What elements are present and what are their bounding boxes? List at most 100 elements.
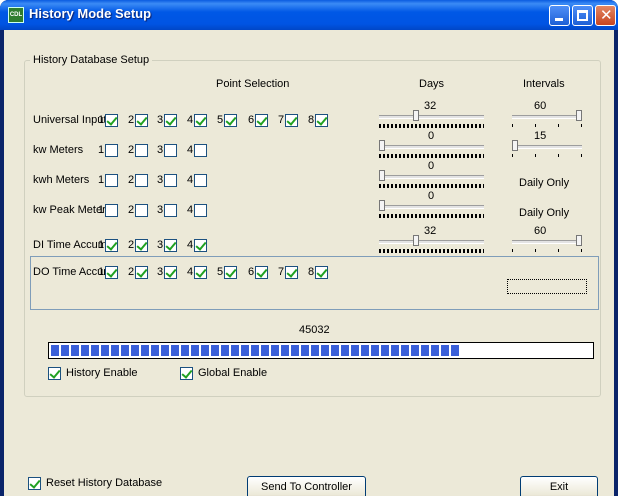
- days-slider-thumb[interactable]: [379, 170, 385, 181]
- app-window: CDL History Mode Setup ✕ History Databas…: [0, 0, 618, 496]
- progress-value: 45032: [299, 324, 330, 336]
- interval-slider-thumb[interactable]: [512, 140, 518, 151]
- minimize-icon: [555, 18, 563, 21]
- minimize-button[interactable]: [549, 5, 570, 26]
- point-checkbox[interactable]: [285, 114, 298, 127]
- point-number: 3: [157, 144, 164, 156]
- point-checkbox[interactable]: [105, 239, 118, 252]
- days-header: Days: [419, 78, 445, 90]
- days-slider-track: [379, 115, 484, 119]
- row-label: kw Meters: [33, 144, 84, 156]
- point-checkbox[interactable]: [164, 266, 177, 279]
- progress-segment: [111, 345, 119, 356]
- send-to-controller-button[interactable]: Send To Controller: [247, 476, 366, 496]
- progress-segment: [381, 345, 389, 356]
- point-checkbox[interactable]: [285, 266, 298, 279]
- reset-history-checkbox[interactable]: [28, 477, 41, 490]
- point-checkbox[interactable]: [135, 266, 148, 279]
- progress-segment: [231, 345, 239, 356]
- interval-slider-tick: [535, 154, 536, 157]
- days-slider-thumb[interactable]: [413, 235, 419, 246]
- point-number: 2: [128, 144, 135, 156]
- point-number: 2: [128, 204, 135, 216]
- point-checkbox[interactable]: [135, 174, 148, 187]
- point-number: 4: [187, 174, 194, 186]
- point-number: 8: [308, 266, 315, 278]
- point-number: 4: [187, 114, 194, 126]
- interval-slider-track: [512, 145, 582, 149]
- point-checkbox[interactable]: [255, 266, 268, 279]
- point-checkbox[interactable]: [194, 144, 207, 157]
- global-enable-label: Global Enable: [198, 367, 268, 379]
- days-slider-thumb[interactable]: [413, 110, 419, 121]
- interval-slider-tick: [558, 124, 559, 127]
- interval-slider-tick: [512, 154, 513, 157]
- interval-value: 15: [534, 130, 547, 142]
- point-number: 2: [128, 239, 135, 251]
- interval-slider-tick: [535, 249, 536, 252]
- point-checkbox[interactable]: [164, 174, 177, 187]
- point-checkbox[interactable]: [105, 266, 118, 279]
- point-checkbox[interactable]: [315, 266, 328, 279]
- interval-slider-tick: [581, 249, 582, 252]
- interval-daily-only: Daily Only: [519, 207, 570, 219]
- progress-segment: [101, 345, 109, 356]
- point-checkbox[interactable]: [255, 114, 268, 127]
- interval-slider-tick: [512, 124, 513, 127]
- point-number: 1: [98, 174, 105, 186]
- point-checkbox[interactable]: [194, 239, 207, 252]
- point-checkbox[interactable]: [194, 174, 207, 187]
- point-number: 4: [187, 144, 194, 156]
- maximize-button[interactable]: [572, 5, 593, 26]
- days-slider-thumb[interactable]: [379, 200, 385, 211]
- point-checkbox[interactable]: [135, 239, 148, 252]
- interval-slider-thumb[interactable]: [576, 110, 582, 121]
- point-number: 8: [308, 114, 315, 126]
- progress-segment: [151, 345, 159, 356]
- point-checkbox[interactable]: [135, 144, 148, 157]
- interval-daily-only: Daily Only: [519, 177, 570, 189]
- point-checkbox[interactable]: [224, 266, 237, 279]
- progress-segment: [331, 345, 339, 356]
- point-number: 3: [157, 239, 164, 251]
- point-checkbox[interactable]: [194, 266, 207, 279]
- point-number: 1: [98, 239, 105, 251]
- point-checkbox[interactable]: [105, 204, 118, 217]
- point-number: 7: [278, 266, 285, 278]
- group-title: History Database Setup: [30, 54, 153, 66]
- point-checkbox[interactable]: [164, 114, 177, 127]
- point-checkbox[interactable]: [224, 114, 237, 127]
- progress-segment: [321, 345, 329, 356]
- point-number: 5: [217, 266, 224, 278]
- point-checkbox[interactable]: [105, 144, 118, 157]
- interval-slider-thumb[interactable]: [576, 235, 582, 246]
- progress-segment: [171, 345, 179, 356]
- progress-segment: [241, 345, 249, 356]
- exit-button[interactable]: Exit: [520, 476, 598, 496]
- progress-segment: [201, 345, 209, 356]
- days-slider-thumb[interactable]: [379, 140, 385, 151]
- point-checkbox[interactable]: [194, 114, 207, 127]
- point-checkbox[interactable]: [164, 204, 177, 217]
- point-number: 4: [187, 239, 194, 251]
- point-checkbox[interactable]: [105, 114, 118, 127]
- close-button[interactable]: ✕: [595, 5, 616, 26]
- interval-slider-tick: [558, 154, 559, 157]
- global-enable-checkbox[interactable]: [180, 367, 193, 380]
- interval-slider-track: [512, 115, 582, 119]
- progress-segment: [221, 345, 229, 356]
- point-checkbox[interactable]: [194, 204, 207, 217]
- days-value: 32: [424, 100, 437, 112]
- history-enable-checkbox[interactable]: [48, 367, 61, 380]
- point-number: 3: [157, 174, 164, 186]
- title-bar[interactable]: CDL History Mode Setup ✕: [0, 0, 618, 30]
- point-checkbox[interactable]: [315, 114, 328, 127]
- close-icon: ✕: [600, 7, 613, 24]
- point-checkbox[interactable]: [135, 204, 148, 217]
- progress-segment: [131, 345, 139, 356]
- point-checkbox[interactable]: [135, 114, 148, 127]
- point-checkbox[interactable]: [105, 174, 118, 187]
- point-checkbox[interactable]: [164, 144, 177, 157]
- interval-slider-focus: [507, 279, 587, 294]
- point-checkbox[interactable]: [164, 239, 177, 252]
